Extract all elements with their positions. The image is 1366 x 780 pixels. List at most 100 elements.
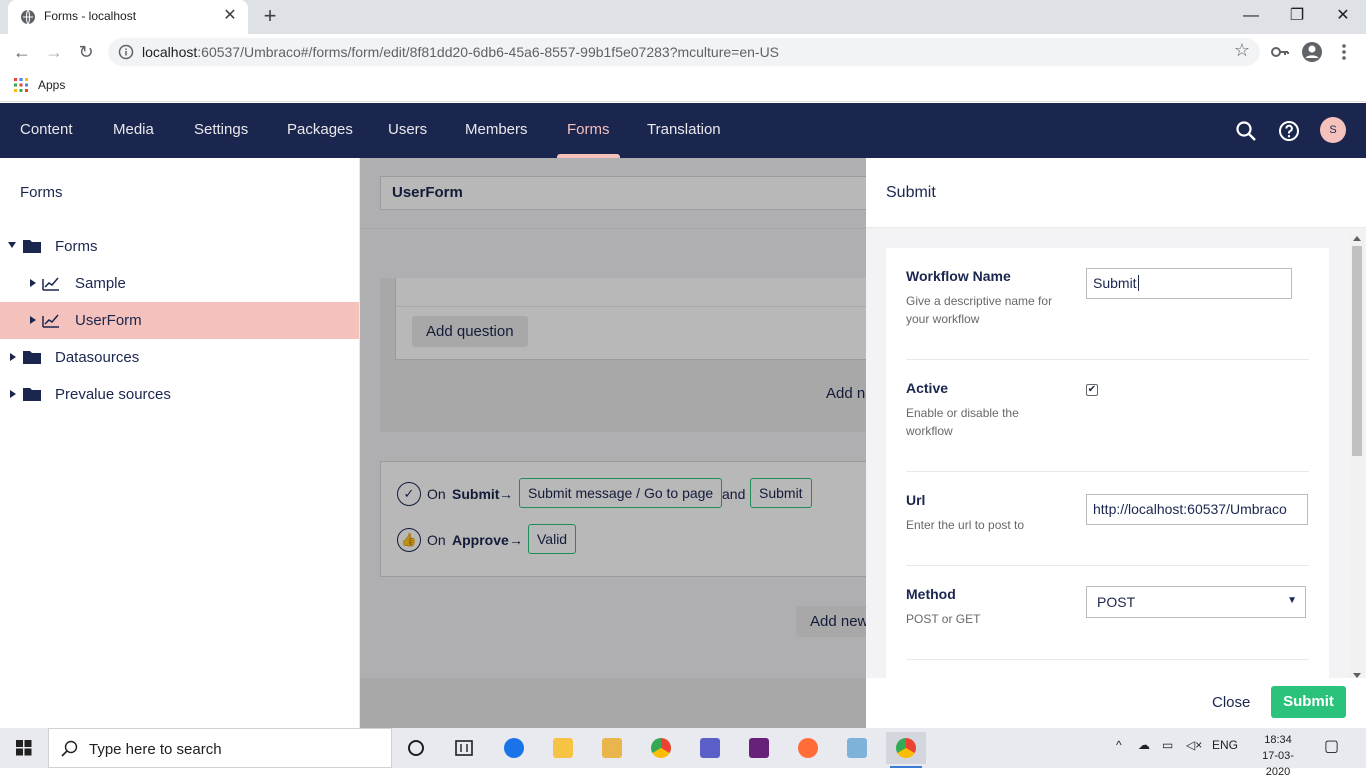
chrome-icon[interactable] [641,732,681,764]
chrome-logo [651,738,671,758]
scroll-thumb[interactable] [1352,246,1362,456]
panel-scrollbar[interactable] [1350,234,1364,680]
section-translation[interactable]: Translation [647,103,721,158]
bookmark-star-icon[interactable]: ☆ [1234,40,1250,61]
tree-item-sample[interactable]: Sample [0,265,359,302]
form-icon [42,277,59,291]
browser-tab-strip: Forms - localhost ✕ + — ❐ ✕ [0,0,1366,34]
tree-item-userform[interactable]: UserForm [0,302,359,339]
reload-icon[interactable]: ↻ [74,40,98,64]
network-icon[interactable]: ▭ [1162,738,1173,752]
key-icon[interactable] [1268,40,1292,64]
cortana-icon[interactable] [396,732,436,764]
form-icon [42,314,59,328]
modal-backdrop[interactable] [360,158,866,728]
visual-studio-icon[interactable] [739,732,779,764]
section-members[interactable]: Members [465,103,528,158]
url-host: localhost [142,44,198,60]
tray-chevron-icon[interactable]: ^ [1116,738,1122,752]
chrome-running-icon[interactable] [886,732,926,768]
restore-button[interactable]: ❐ [1274,4,1320,28]
browser-tab[interactable]: Forms - localhost ✕ [8,0,248,34]
notification-icon[interactable]: ▢ [1324,736,1339,756]
url-path: :60537/Umbraco#/forms/form/edit/8f81dd20… [197,44,780,60]
window-close-button[interactable]: ✕ [1320,4,1366,28]
tree-item-label: Forms [55,238,98,255]
section-forms[interactable]: Forms [557,103,619,158]
method-select[interactable]: POST ▼ [1086,586,1306,618]
property-description: Enter the url to post to [906,518,1025,532]
tree-title: Forms [20,184,63,201]
search-placeholder: Type here to search [89,741,222,758]
chrome-logo [896,738,916,758]
task-view-icon[interactable] [444,732,484,764]
app-logo [847,738,867,758]
back-arrow-icon[interactable]: ← [10,40,34,64]
language-indicator[interactable]: ENG [1212,738,1238,752]
minimize-button[interactable]: — [1228,4,1274,28]
scroll-up-icon[interactable] [1353,236,1361,241]
info-icon [118,44,134,60]
browser-toolbar: ← → ↻ localhost:60537/Umbraco#/forms/for… [0,34,1366,70]
submit-button[interactable]: Submit [1271,686,1346,718]
edge-icon[interactable] [494,732,534,764]
select-value: POST [1097,594,1136,610]
new-tab-button[interactable]: + [258,4,282,28]
database-logo [602,738,622,758]
caret-right-icon[interactable] [30,279,36,287]
teams-icon[interactable] [690,732,730,764]
url-input[interactable]: http://localhost:60537/Umbraco [1086,494,1308,525]
onedrive-icon[interactable]: ☁ [1138,738,1150,752]
edge-logo [504,738,524,758]
tree-item-label: Prevalue sources [55,386,171,403]
taskbar-clock[interactable]: 18:34 17-03-2020 [1256,732,1300,780]
taskbar-search-box[interactable]: Type here to search [48,728,392,768]
close-button[interactable]: Close [1212,694,1250,711]
globe-icon [21,9,35,25]
help-icon[interactable] [1277,119,1301,143]
tree-item-forms[interactable]: Forms [0,228,359,265]
section-content[interactable]: Content [20,103,73,158]
section-users[interactable]: Users [388,103,427,158]
property-active: Active Enable or disable the workflow ✔ [906,380,1309,472]
caret-right-icon[interactable] [10,390,16,398]
volume-muted-icon[interactable]: ◁× [1186,738,1202,752]
address-bar[interactable]: localhost:60537/Umbraco#/forms/form/edit… [108,38,1260,66]
caret-right-icon[interactable] [10,353,16,361]
property-label: Workflow Name [906,268,1011,284]
clock-date: 17-03-2020 [1262,750,1294,778]
panel-footer: Close Submit [866,678,1366,728]
tab-close-icon[interactable]: ✕ [220,6,240,26]
property-label: Active [906,380,949,396]
active-checkbox[interactable]: ✔ [1086,384,1098,396]
property-label: Url [906,492,926,508]
panel-body: Workflow Name Give a descriptive name fo… [886,248,1329,678]
app-header: Content Media Settings Packages Users Me… [0,103,1366,158]
windows-start-icon[interactable] [0,728,48,768]
tab-title: Forms - localhost [44,9,137,23]
bookmark-apps[interactable]: Apps [38,78,65,92]
apps-grid-icon [14,78,28,92]
browser-menu-icon[interactable] [1332,40,1356,64]
profile-icon[interactable] [1300,40,1324,64]
postman-logo [798,738,818,758]
database-tool-icon[interactable] [592,732,632,764]
forward-arrow-icon[interactable]: → [42,40,66,64]
caret-right-icon[interactable] [30,316,36,324]
user-avatar[interactable]: S [1320,117,1346,143]
postman-icon[interactable] [788,732,828,764]
folder-logo [553,738,573,758]
app-icon[interactable] [837,732,877,764]
tree-item-label: Datasources [55,349,140,366]
file-explorer-icon[interactable] [543,732,583,764]
section-settings[interactable]: Settings [194,103,248,158]
caret-down-icon[interactable] [8,242,16,248]
tree-item-datasources[interactable]: Datasources [0,339,359,376]
section-media[interactable]: Media [113,103,154,158]
section-packages[interactable]: Packages [287,103,353,158]
search-icon[interactable] [1234,119,1258,143]
tree-item-prevalue-sources[interactable]: Prevalue sources [0,376,359,413]
workflow-name-input[interactable]: Submit [1086,268,1292,299]
visual-studio-logo [749,738,769,758]
clock-time: 18:34 [1264,734,1292,746]
